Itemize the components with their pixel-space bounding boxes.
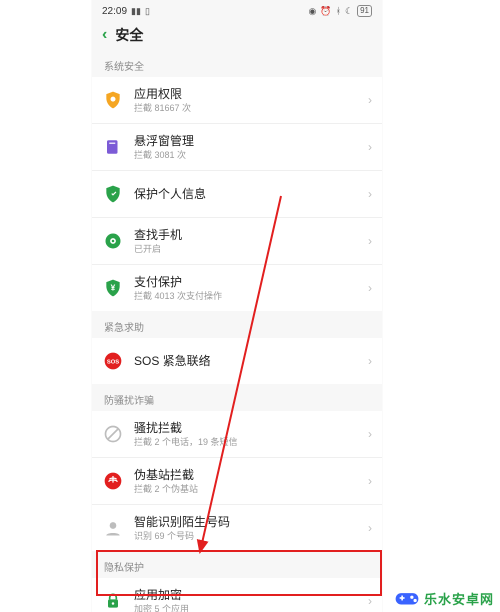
row-sos[interactable]: SOS SOS 紧急联络 › bbox=[92, 338, 382, 384]
row-title: 应用权限 bbox=[134, 87, 362, 102]
row-floating-window[interactable]: 悬浮窗管理 拦截 3081 次 › bbox=[92, 123, 382, 170]
row-title: 智能识别陌生号码 bbox=[134, 515, 362, 530]
row-title: 保护个人信息 bbox=[134, 187, 362, 202]
page-title: 安全 bbox=[115, 25, 143, 45]
bluetooth-icon: ᚼ bbox=[336, 6, 341, 16]
chevron-right-icon: › bbox=[362, 521, 372, 535]
row-title: 骚扰拦截 bbox=[134, 421, 362, 436]
row-title: 伪基站拦截 bbox=[134, 468, 362, 483]
row-find-phone[interactable]: 查找手机 已开启 › bbox=[92, 217, 382, 264]
window-purple-icon bbox=[102, 136, 124, 158]
chevron-right-icon: › bbox=[362, 427, 372, 441]
row-app-permissions[interactable]: 应用权限 拦截 81667 次 › bbox=[92, 77, 382, 123]
row-app-encrypt[interactable]: 应用加密 加密 5 个应用 › bbox=[92, 578, 382, 612]
sim-icon: ▯ bbox=[145, 6, 150, 17]
chevron-right-icon: › bbox=[362, 140, 372, 154]
alarm-icon: ⏰ bbox=[320, 6, 331, 17]
watermark: 乐水安卓网 bbox=[394, 588, 494, 608]
shield-money-icon: ¥ bbox=[102, 277, 124, 299]
moon-icon: ☾ bbox=[345, 6, 353, 17]
chevron-right-icon: › bbox=[362, 281, 372, 295]
chevron-right-icon: › bbox=[362, 594, 372, 608]
chevron-right-icon: › bbox=[362, 354, 372, 368]
chevron-right-icon: › bbox=[362, 474, 372, 488]
shield-green-icon bbox=[102, 183, 124, 205]
locate-green-icon bbox=[102, 230, 124, 252]
vibrate-icon: ◉ bbox=[309, 6, 317, 17]
phone-frame: 22:09 ▮▮ ▯ ◉ ⏰ ᚼ ☾ 91 ‹ 安全 系统安全 应用权限 拦截 … bbox=[92, 0, 382, 612]
header: ‹ 安全 bbox=[92, 20, 382, 50]
status-time: 22:09 bbox=[102, 6, 127, 17]
section-label: 防骚扰诈骗 bbox=[92, 384, 382, 411]
section-label: 系统安全 bbox=[92, 50, 382, 77]
row-subtitle: 已开启 bbox=[134, 243, 362, 255]
signal-icon: ▮▮ bbox=[131, 6, 141, 17]
section-privacy: 应用加密 加密 5 个应用 › 儿童空间 › bbox=[92, 578, 382, 612]
lock-green-icon bbox=[102, 590, 124, 612]
row-payment-protect[interactable]: ¥ 支付保护 拦截 4013 次支付操作 › bbox=[92, 264, 382, 311]
row-identify-number[interactable]: 智能识别陌生号码 识别 69 个号码 › bbox=[92, 504, 382, 551]
section-label: 隐私保护 bbox=[92, 551, 382, 578]
chevron-right-icon: › bbox=[362, 93, 372, 107]
row-subtitle: 拦截 2 个电话，19 条短信 bbox=[134, 436, 362, 448]
shield-orange-icon bbox=[102, 89, 124, 111]
person-grey-icon bbox=[102, 517, 124, 539]
section-anti-spam: 骚扰拦截 拦截 2 个电话，19 条短信 › 伪基站拦截 拦截 2 个伪基站 ›… bbox=[92, 411, 382, 551]
chevron-right-icon: › bbox=[362, 234, 372, 248]
row-subtitle: 拦截 81667 次 bbox=[134, 102, 362, 114]
sos-red-icon: SOS bbox=[102, 350, 124, 372]
row-title: 悬浮窗管理 bbox=[134, 134, 362, 149]
row-subtitle: 拦截 2 个伪基站 bbox=[134, 483, 362, 495]
section-emergency: SOS SOS 紧急联络 › bbox=[92, 338, 382, 384]
row-subtitle: 拦截 4013 次支付操作 bbox=[134, 290, 362, 302]
row-subtitle: 加密 5 个应用 bbox=[134, 603, 362, 612]
row-title: 查找手机 bbox=[134, 228, 362, 243]
row-protect-personal-info[interactable]: 保护个人信息 › bbox=[92, 170, 382, 217]
row-block-harass[interactable]: 骚扰拦截 拦截 2 个电话，19 条短信 › bbox=[92, 411, 382, 457]
antenna-red-icon bbox=[102, 470, 124, 492]
section-system-security: 应用权限 拦截 81667 次 › 悬浮窗管理 拦截 3081 次 › 保护个人… bbox=[92, 77, 382, 311]
row-title: 支付保护 bbox=[134, 275, 362, 290]
chevron-right-icon: › bbox=[362, 187, 372, 201]
row-subtitle: 识别 69 个号码 bbox=[134, 530, 362, 542]
status-bar: 22:09 ▮▮ ▯ ◉ ⏰ ᚼ ☾ 91 bbox=[92, 0, 382, 20]
gamepad-icon bbox=[394, 588, 420, 608]
block-grey-icon bbox=[102, 423, 124, 445]
svg-text:¥: ¥ bbox=[111, 283, 116, 293]
row-title: 应用加密 bbox=[134, 588, 362, 603]
svg-text:SOS: SOS bbox=[107, 360, 119, 366]
row-fake-station[interactable]: 伪基站拦截 拦截 2 个伪基站 › bbox=[92, 457, 382, 504]
section-label: 紧急求助 bbox=[92, 311, 382, 338]
row-subtitle: 拦截 3081 次 bbox=[134, 149, 362, 161]
row-title: SOS 紧急联络 bbox=[134, 354, 362, 369]
watermark-text: 乐水安卓网 bbox=[424, 589, 494, 608]
battery-icon: 91 bbox=[357, 5, 372, 17]
back-icon[interactable]: ‹ bbox=[102, 26, 107, 44]
